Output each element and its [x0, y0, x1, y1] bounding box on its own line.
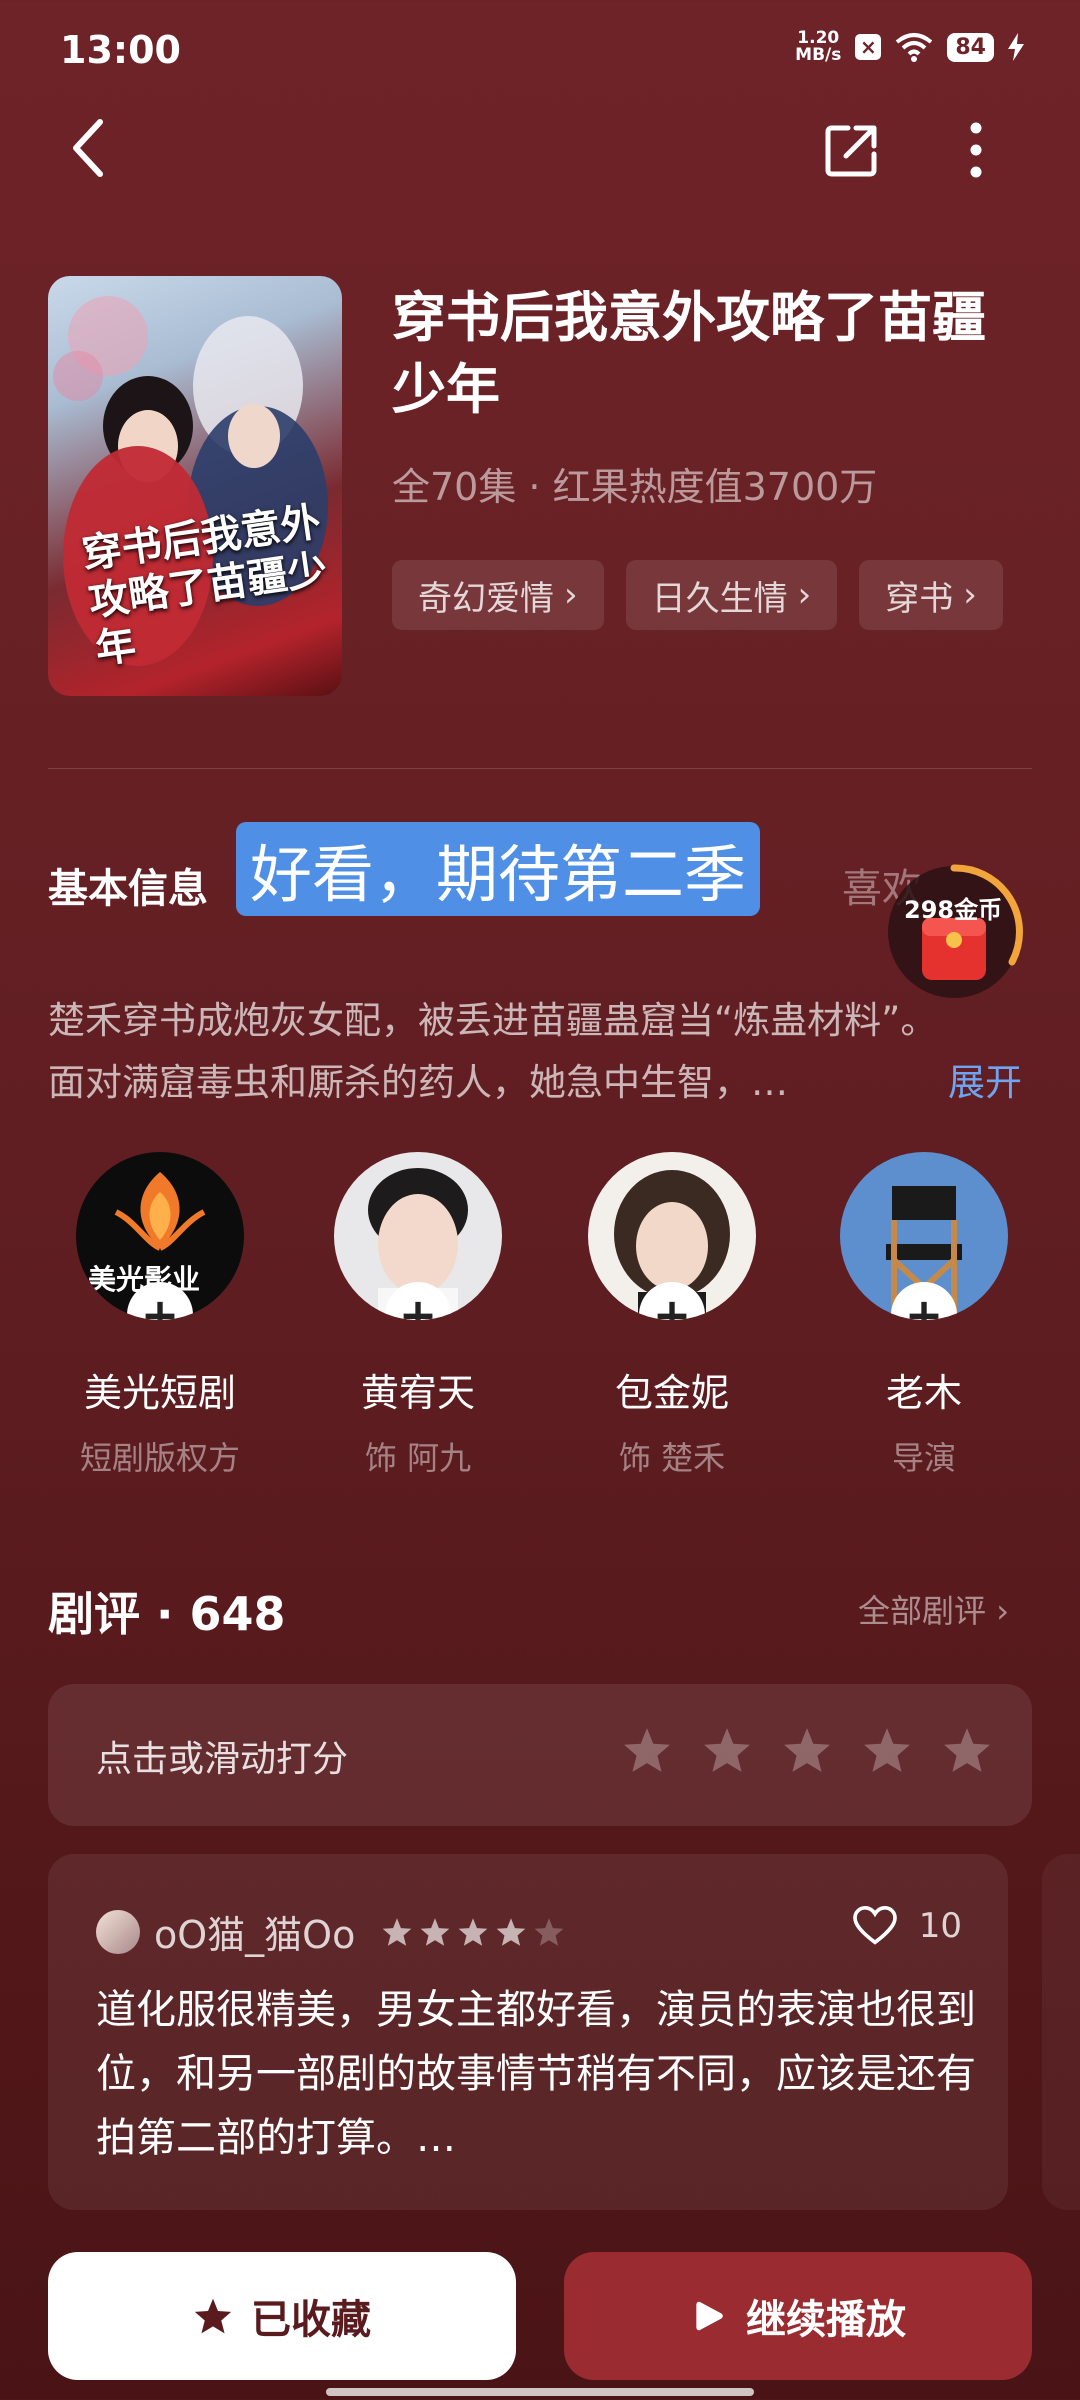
tag-slow-burn[interactable]: 日久生情 ›: [625, 560, 838, 630]
expand-link[interactable]: 展开: [948, 1052, 1022, 1106]
chevron-right-icon: ›: [996, 1592, 1009, 1630]
person-name: 包金妮: [614, 1371, 729, 1415]
reviews-heading: 剧评 · 648: [48, 1587, 286, 1641]
person-role: 短剧版权方: [79, 1439, 240, 1477]
person-name: 黄宥天: [360, 1371, 475, 1415]
no-sim-icon: ×: [855, 34, 882, 60]
tag-fantasy-romance[interactable]: 奇幻爱情 ›: [392, 560, 604, 630]
network-speed-unit: MB/s: [795, 45, 842, 65]
divider: [48, 768, 1032, 769]
next-review-card[interactable]: [1042, 1854, 1080, 2210]
synopsis-line-2: 面对满窟毒虫和厮杀的药人，她急中生智，…: [48, 1061, 788, 1104]
review-like-button[interactable]: 10: [852, 1906, 962, 1946]
heart-icon: [852, 1906, 897, 1945]
rating-stars[interactable]: [622, 1726, 992, 1774]
play-label: 继续播放: [746, 2297, 906, 2343]
wifi-icon: [896, 33, 933, 62]
like-count: 10: [918, 1906, 962, 1946]
star-filled-icon: [496, 1917, 526, 1946]
star-icon[interactable]: [862, 1726, 912, 1774]
tag-transmigration[interactable]: 穿书 ›: [859, 560, 1003, 630]
status-icons: 1.20 MB/s × 84: [795, 30, 1024, 64]
review-rating-stars: [381, 1917, 565, 1947]
coin-reward-label: 298金币: [904, 896, 1003, 924]
all-reviews-link[interactable]: 全部剧评 ›: [858, 1586, 1009, 1632]
chevron-right-icon: ›: [963, 575, 977, 615]
star-icon[interactable]: [782, 1726, 832, 1774]
play-icon: [696, 2301, 723, 2331]
star-filled-icon: [194, 2298, 232, 2334]
charging-icon: [1008, 33, 1024, 61]
drama-title: 穿书后我意外攻略了苗疆少年: [392, 286, 986, 421]
star-filled-icon: [458, 1917, 488, 1946]
director-avatar: +: [840, 1152, 1008, 1320]
chevron-right-icon: ›: [564, 575, 578, 615]
drama-meta: 全70集 · 红果热度值3700万: [392, 465, 878, 509]
star-empty-icon: [534, 1917, 564, 1946]
person-role: 饰 楚禾: [618, 1439, 726, 1477]
actress-avatar: +: [588, 1152, 756, 1320]
more-options-icon[interactable]: [968, 120, 984, 180]
actor-avatar: +: [334, 1152, 502, 1320]
home-indicator[interactable]: [326, 2388, 754, 2396]
person-name: 美光短剧: [83, 1371, 236, 1415]
synopsis-line-1: 楚禾穿书成炮灰女配，被丢进苗疆蛊窟当“炼蛊材料”。: [48, 999, 938, 1042]
review-text: 道化服很精美，男女主都好看，演员的表演也很到位，和另一部剧的故事情节稍有不同，应…: [96, 1987, 976, 2161]
person-role: 导演: [891, 1439, 956, 1477]
share-icon[interactable]: [824, 122, 880, 178]
tag-label: 穿书: [885, 578, 954, 619]
collect-label: 已收藏: [251, 2297, 371, 2343]
tag-list: 奇幻爱情 › 日久生情 › 穿书 ›: [392, 560, 1003, 630]
continue-play-button[interactable]: 继续播放: [564, 2252, 1032, 2380]
rating-prompt: 点击或滑动打分: [96, 1739, 349, 1780]
reviewer-avatar[interactable]: [96, 1909, 140, 1954]
review-user: oO猫_猫Oo: [96, 1904, 565, 1959]
review-card[interactable]: oO猫_猫Oo 10 道化服很精美，男女主都好看，演员的表演也很到位，和另一部剧…: [48, 1854, 1008, 2210]
status-time: 13:00: [60, 28, 181, 72]
danmaku-bubble: 好看，期待第二季: [236, 822, 761, 916]
star-filled-icon: [420, 1917, 450, 1946]
coin-reward-widget[interactable]: [884, 862, 1024, 1002]
synopsis: 楚禾穿书成炮灰女配，被丢进苗疆蛊窟当“炼蛊材料”。 面对满窟毒虫和厮杀的药人，她…: [48, 990, 1032, 1114]
network-speed: 1.20 MB/s: [795, 30, 841, 64]
rating-card[interactable]: 点击或滑动打分: [48, 1684, 1032, 1826]
collect-button[interactable]: 已收藏: [48, 2252, 516, 2380]
all-reviews-label: 全部剧评: [858, 1592, 987, 1630]
star-icon[interactable]: [622, 1726, 672, 1774]
drama-poster[interactable]: 穿书后我意外攻略了苗疆少年: [48, 276, 342, 696]
battery-level: 84: [947, 32, 994, 62]
star-filled-icon: [382, 1917, 412, 1946]
basic-info-heading: 基本信息: [48, 866, 208, 912]
star-icon[interactable]: [702, 1726, 752, 1774]
person-role: 饰 阿九: [364, 1439, 472, 1477]
tag-label: 奇幻爱情: [418, 578, 554, 619]
star-icon[interactable]: [942, 1726, 992, 1774]
person-card-actor[interactable]: + 黄宥天 饰 阿九: [318, 1152, 518, 1479]
person-card-studio[interactable]: 美光影业 + 美光短剧 短剧版权方: [60, 1152, 260, 1479]
tag-label: 日久生情: [651, 578, 788, 619]
person-name: 老木: [885, 1371, 962, 1415]
person-card-actress[interactable]: + 包金妮 饰 楚禾: [572, 1152, 772, 1479]
back-arrow-icon[interactable]: [70, 118, 106, 178]
reviewer-name[interactable]: oO猫_猫Oo: [154, 1904, 355, 1959]
chevron-right-icon: ›: [797, 575, 812, 615]
person-card-director[interactable]: + 老木 导演: [824, 1152, 1024, 1479]
studio-avatar: 美光影业 +: [76, 1152, 244, 1320]
